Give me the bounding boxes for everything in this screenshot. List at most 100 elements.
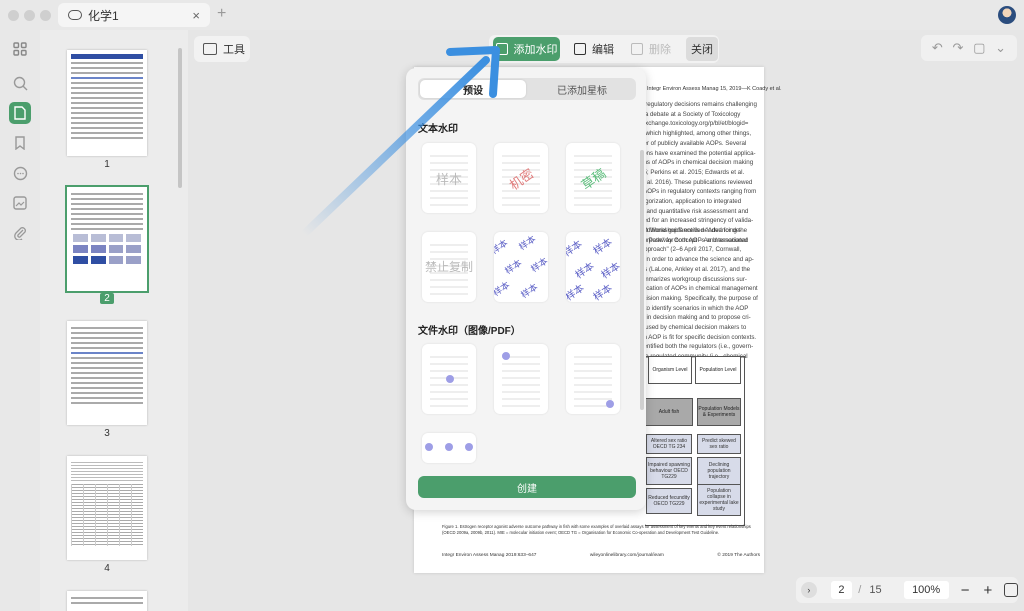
page-thumbnail-2[interactable]	[65, 185, 149, 293]
bookmark-icon[interactable]	[11, 134, 29, 152]
watermark-dot-icon	[502, 352, 510, 360]
watermark-preset-text: 样本	[503, 257, 524, 277]
figure-population-collapse: Population collapse in experimental lake…	[697, 484, 741, 516]
footer-copyright: © 2019 The Authors	[717, 553, 760, 558]
paragraph-line: ecision making. Specifically, the purpos…	[640, 294, 758, 302]
undo-button[interactable]: ↶	[932, 40, 943, 56]
watermark-preset-text: 样本	[517, 233, 538, 253]
paragraph-line: ons of AOPs in chemical decision making	[640, 159, 754, 167]
file-watermark-preset[interactable]	[494, 344, 548, 414]
text-watermark-preset[interactable]: 样本 样本 样本 样本 样本 样本	[566, 232, 620, 302]
page-thumbnail-1[interactable]	[67, 50, 147, 156]
paragraph-line: et al. 2016). These publications reviewe…	[640, 178, 753, 186]
close-window-button[interactable]	[8, 10, 19, 21]
watermark-preset-text: 样本	[566, 282, 587, 302]
paragraph-line: 15; Perkins et al. 2015; Edwards et al.	[640, 168, 745, 176]
page-number-label: 3	[104, 428, 110, 439]
footer-citation: Integr Environ Assess Manag 2019:633–647	[442, 553, 537, 558]
current-page-input[interactable]: 2	[830, 581, 853, 599]
tools-button[interactable]: 工具	[194, 36, 250, 62]
comment-icon[interactable]	[11, 164, 29, 182]
page-thumbnail-4[interactable]	[67, 456, 147, 560]
pages-icon[interactable]	[9, 102, 31, 124]
edit-watermark-button[interactable]: 编辑	[574, 37, 614, 61]
tab-title: 化学1	[88, 8, 119, 23]
watermark-preset-text: 样本	[591, 282, 615, 302]
popover-scrollbar[interactable]	[640, 150, 644, 410]
watermark-dot-icon	[446, 375, 454, 383]
page-thumbnail-5[interactable]	[67, 591, 147, 611]
grid-icon[interactable]	[11, 40, 29, 58]
watermark-dot-icon	[606, 400, 614, 408]
delete-icon	[631, 43, 643, 55]
nav-arrow-icon[interactable]: ›	[801, 582, 817, 598]
save-button[interactable]: ▢	[973, 40, 985, 56]
watermark-preset-text: 禁止复制	[424, 260, 473, 274]
tab-starred[interactable]: 已添加星标	[530, 80, 634, 98]
page-thumbnail-3[interactable]	[67, 321, 147, 425]
thumbnail-panel: 1 2 3 4	[40, 30, 188, 611]
paragraph-line: tions have examined the potential applic…	[640, 149, 756, 157]
paragraph-line: ul in decision making and to propose cri…	[640, 314, 751, 322]
image-icon[interactable]	[11, 194, 29, 212]
fit-page-icon[interactable]	[1004, 583, 1018, 597]
file-watermark-preset[interactable]	[566, 344, 620, 414]
figure-adult-fish: Adult fish	[645, 398, 693, 426]
paragraph-line: he Pathway Concept – An International	[640, 236, 747, 244]
paragraph-line: Ps (LaLone, Ankley et al. 2017), and the	[640, 265, 751, 273]
file-watermark-preset[interactable]	[422, 433, 476, 463]
close-watermark-button[interactable]: 关闭	[686, 37, 718, 61]
watermark-preset-text: 样本	[599, 260, 620, 282]
cloud-icon	[68, 10, 82, 20]
figure-caption: Figure 1. Estrogen receptor agonist adve…	[442, 524, 751, 535]
search-icon[interactable]	[11, 74, 29, 92]
paragraph-line: s to identify scenarios in which the AOP	[640, 304, 749, 312]
figure-organism-level: Organism Level	[648, 356, 692, 384]
text-watermark-preset[interactable]: 草稿	[566, 143, 620, 213]
history-toolbar: ↶ ↷ ▢ ⌄	[921, 35, 1017, 61]
minimize-window-button[interactable]	[24, 10, 35, 21]
paragraph-line: toxchange.toxicology.org/p/bl/et/blogid=	[640, 120, 749, 128]
new-tab-button[interactable]: +	[217, 5, 226, 23]
figure-altered-sex-ratio: Altered sex ratio OECD TG 234	[646, 434, 692, 454]
watermark-dot-icon	[445, 443, 453, 451]
selected-page-number: 2	[100, 293, 114, 304]
paragraph-line: ), which highlighted, among other things…	[640, 130, 752, 138]
user-avatar[interactable]	[998, 6, 1016, 24]
page-footer: Integr Environ Assess Manag 2019:633–647…	[442, 553, 760, 558]
save-menu-chevron-icon[interactable]: ⌄	[995, 40, 1006, 56]
file-watermark-preset[interactable]	[422, 344, 476, 414]
delete-label: 删除	[649, 44, 671, 56]
attachment-icon[interactable]	[11, 224, 29, 242]
body-paragraph-2: ion Workshop® entitled "Advancing the he …	[640, 226, 760, 362]
zoom-level[interactable]: 100%	[903, 581, 949, 599]
footer-url: wileyonlinelibrary.com/journal/ieam	[589, 553, 664, 558]
zoom-in-button[interactable]: +	[983, 582, 992, 599]
redo-button[interactable]: ↷	[953, 40, 964, 56]
page-number-label: 2	[67, 293, 147, 304]
page-header: Integr Environ Assess Manag 15, 2019—K C…	[647, 86, 782, 92]
create-watermark-button[interactable]: 创建	[418, 476, 636, 498]
watermark-preset-text: 样本	[591, 236, 615, 258]
tab-close-button[interactable]: ×	[192, 8, 200, 23]
watermark-preset-text: 样本	[529, 255, 548, 275]
edit-icon	[574, 43, 586, 55]
paragraph-line: s, and quantitative risk assessment and	[640, 207, 749, 215]
watermark-dot-icon	[465, 443, 473, 451]
maximize-window-button[interactable]	[40, 10, 51, 21]
watermark-preset-text: 样本	[519, 281, 540, 301]
document-tab[interactable]: 化学1 ×	[58, 3, 210, 27]
paragraph-line: f AOPs in regulatory contexts ranging fr…	[640, 188, 757, 196]
delete-watermark-button[interactable]: 删除	[631, 37, 671, 61]
paragraph-line: ber of publicly available AOPs. Several	[640, 139, 747, 147]
paragraph-line: dentified both the regulators (i.e., gov…	[640, 343, 754, 351]
thumbnail-scrollbar[interactable]	[178, 48, 182, 188]
paragraph-line: d in order to advance the science and ap…	[640, 256, 754, 264]
tools-label: 工具	[223, 44, 245, 56]
zoom-out-button[interactable]: −	[961, 582, 970, 599]
paragraph-line: y a debate at a Society of Toxicology	[640, 110, 741, 118]
paragraph-line: tegorization, application to integrated	[640, 198, 742, 206]
figure-population-models: Population Models & Experiments	[697, 398, 741, 426]
title-bar: 化学1 × +	[0, 0, 1024, 30]
watermark-preset-text: 样本	[494, 279, 512, 299]
